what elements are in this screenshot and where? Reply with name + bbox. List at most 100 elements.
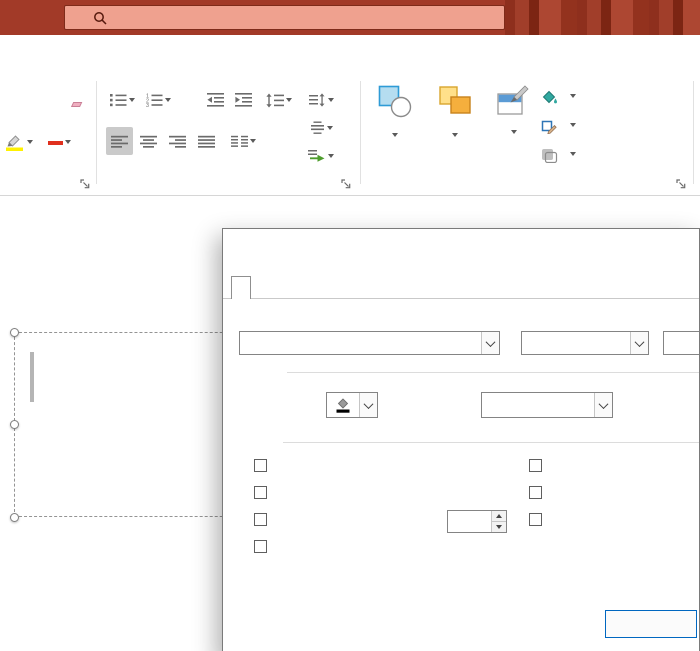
font-color-dropdown-button[interactable] — [326, 392, 378, 418]
group-separator — [693, 81, 694, 184]
font-color-button[interactable] — [44, 127, 74, 157]
combo-dropdown-button[interactable] — [594, 393, 612, 417]
dropdown-caret-icon — [327, 98, 334, 102]
bullets-icon — [109, 94, 126, 107]
section-divider — [287, 372, 699, 373]
shapes-button[interactable] — [368, 84, 422, 137]
spinner-buttons[interactable] — [491, 511, 506, 532]
spin-up-button[interactable] — [492, 511, 506, 522]
group-separator — [360, 81, 361, 184]
increase-indent-button[interactable] — [230, 87, 256, 113]
columns-button[interactable] — [226, 127, 260, 155]
columns-icon — [230, 135, 248, 147]
size-input[interactable] — [663, 331, 699, 355]
text-highlight-color-button[interactable] — [2, 127, 36, 157]
grow-font-button[interactable] — [2, 87, 30, 113]
numbering-button[interactable]: 123 — [142, 87, 174, 113]
spin-down-button[interactable] — [492, 522, 506, 532]
checkbox-small-caps[interactable] — [529, 459, 550, 472]
line-spacing-icon — [266, 93, 284, 107]
dropdown-caret-icon — [510, 130, 517, 134]
numbering-icon: 123 — [146, 94, 162, 107]
shrink-font-button[interactable] — [32, 87, 60, 113]
drawing-dialog-launcher[interactable] — [676, 179, 688, 191]
combo-dropdown-button[interactable] — [630, 332, 648, 354]
spin-down-icon — [496, 525, 502, 529]
decrease-indent-button[interactable] — [202, 87, 228, 113]
latin-font-combobox[interactable] — [239, 331, 500, 355]
shape-fill-icon — [542, 90, 557, 103]
checkbox-strikethrough[interactable] — [254, 459, 275, 472]
chevron-down-icon — [598, 398, 609, 409]
combo-dropdown-button[interactable] — [481, 332, 499, 354]
convert-to-smartart-button[interactable] — [304, 144, 338, 168]
shape-fill-button[interactable] — [540, 86, 576, 106]
dropdown-caret-icon — [570, 123, 576, 127]
slide-text-h2o[interactable] — [30, 336, 34, 402]
dropdown-caret-icon — [452, 133, 458, 137]
checkbox-superscript[interactable] — [254, 513, 275, 526]
checkbox-box[interactable] — [254, 540, 267, 553]
text-direction-button[interactable] — [304, 88, 338, 112]
chevron-down-icon — [363, 398, 374, 409]
combo-dropdown-button[interactable] — [359, 393, 377, 417]
selection-handle-middle-left[interactable] — [10, 420, 19, 429]
checkbox-double-strikethrough[interactable] — [254, 486, 275, 499]
smartart-icon — [308, 149, 325, 162]
checkbox-subscript[interactable] — [254, 540, 275, 553]
shape-effects-button[interactable] — [540, 144, 576, 164]
dropdown-caret-icon — [286, 98, 292, 102]
font-color-bar — [47, 140, 63, 145]
checkbox-box[interactable] — [529, 459, 542, 472]
justify-button[interactable] — [193, 127, 220, 155]
align-text-button[interactable] — [304, 116, 338, 140]
dialog-tab-font[interactable] — [231, 276, 251, 299]
ok-button[interactable] — [605, 610, 697, 638]
group-separator — [96, 81, 97, 184]
font-dialog-launcher[interactable] — [80, 179, 92, 191]
checkbox-box[interactable] — [529, 486, 542, 499]
increase-indent-icon — [234, 93, 252, 107]
arrange-button[interactable] — [426, 84, 484, 137]
underline-style-value — [482, 393, 594, 417]
search-box[interactable] — [64, 5, 505, 30]
line-spacing-button[interactable] — [262, 87, 296, 113]
checkbox-box[interactable] — [254, 486, 267, 499]
shape-outline-button[interactable] — [540, 115, 576, 135]
dialog-tab-character-spacing[interactable] — [273, 276, 291, 284]
offset-value — [448, 511, 491, 532]
align-center-button[interactable] — [135, 127, 162, 155]
checkbox-box[interactable] — [254, 513, 267, 526]
shape-effects-icon — [542, 148, 558, 163]
font-dialog — [222, 228, 700, 651]
quick-styles-button[interactable] — [486, 84, 538, 134]
text-subscript-2-selected[interactable] — [30, 352, 34, 402]
checkbox-equalize-character-height[interactable] — [529, 513, 550, 526]
tab-pane-border — [223, 298, 699, 299]
offset-spinner[interactable] — [447, 510, 507, 533]
text-direction-icon — [308, 93, 324, 107]
quick-styles-icon — [497, 85, 529, 115]
clear-formatting-button[interactable] — [62, 87, 92, 113]
search-icon — [93, 11, 107, 25]
align-right-icon — [169, 135, 186, 148]
checkbox-all-caps[interactable] — [529, 486, 550, 499]
underline-style-combobox[interactable] — [481, 392, 613, 418]
font-style-combobox[interactable] — [521, 331, 649, 355]
shapes-icon — [378, 85, 412, 118]
justify-icon — [198, 135, 215, 148]
dropdown-caret-icon — [326, 126, 333, 130]
decrease-indent-icon — [206, 93, 224, 107]
dropdown-caret-icon — [249, 139, 256, 143]
align-left-button[interactable] — [106, 127, 133, 155]
checkbox-box[interactable] — [529, 513, 542, 526]
bullets-button[interactable] — [106, 87, 138, 113]
align-right-button[interactable] — [164, 127, 191, 155]
selection-handle-top-left[interactable] — [10, 328, 19, 337]
paragraph-dialog-launcher[interactable] — [341, 179, 353, 191]
highlighter-icon — [5, 133, 25, 151]
selection-handle-bottom-left[interactable] — [10, 513, 19, 522]
checkbox-box[interactable] — [254, 459, 267, 472]
spin-up-icon — [496, 514, 502, 518]
dropdown-caret-icon — [392, 133, 398, 137]
